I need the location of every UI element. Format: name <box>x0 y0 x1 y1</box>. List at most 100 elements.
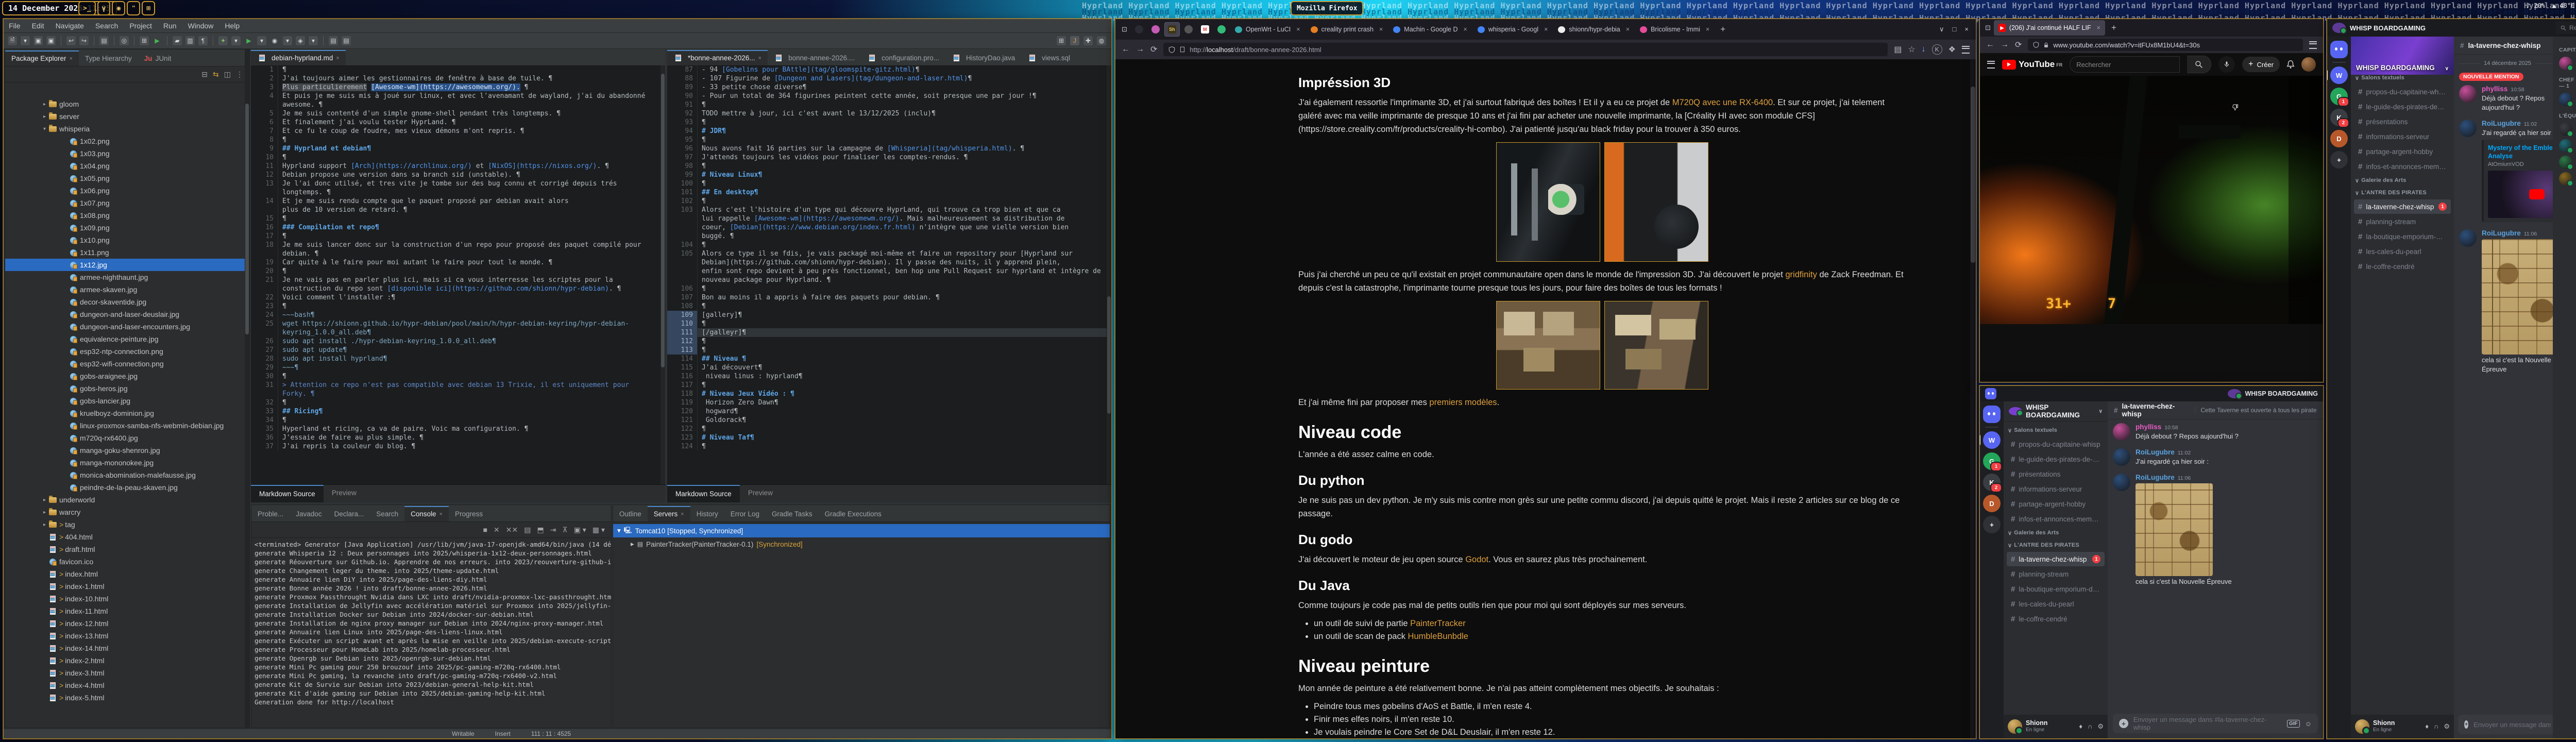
tree-item-1x04.png[interactable]: 1x04.png <box>5 160 249 172</box>
user-avatar[interactable] <box>2008 719 2022 734</box>
editor-line[interactable]: 14Et je me suis rendu compte que le paqu… <box>251 197 665 206</box>
editor-line[interactable]: 121 Goldorack¶ <box>667 416 1111 425</box>
reload-icon[interactable]: ⟳ <box>2015 40 2022 50</box>
profile-dropdown[interactable]: ▾ <box>309 36 318 45</box>
gamepad-launcher-icon[interactable]: ⊞ <box>142 1 155 15</box>
article-link[interactable]: gridfinity <box>1785 270 1817 279</box>
tree-item-underworld[interactable]: ▸underworld <box>5 494 249 506</box>
search-file-icon[interactable]: ▤ <box>342 36 351 45</box>
tree-item-favicon.ico[interactable]: favicon.ico <box>5 555 249 568</box>
article-image-ph-orange[interactable] <box>1604 142 1708 262</box>
gmail-pin[interactable]: M <box>1197 22 1213 37</box>
view-menu-icon[interactable]: ⋮ <box>236 70 243 79</box>
member-DiceFencer[interactable]: DiceFencer <box>2557 138 2576 154</box>
server-icon-G[interactable]: G1 <box>1983 452 2001 470</box>
reader-mode-icon[interactable]: ▤ <box>1894 44 1902 55</box>
extensions-icon[interactable]: ❖ <box>1948 44 1956 55</box>
member-Shionn[interactable]: Shionn <box>2557 171 2576 187</box>
channel-partage-argent-hobby[interactable]: #partage-argent-hobby <box>2354 144 2451 159</box>
editor-line[interactable]: 89- 33 petite chose diverse¶ <box>667 83 1111 92</box>
tree-item-index-4.html[interactable]: >index-4.html <box>5 679 249 692</box>
tab-console[interactable]: Console× <box>404 506 449 521</box>
tree-item-draft.html[interactable]: >draft.html <box>5 543 249 555</box>
remove-all-launches-icon[interactable]: ✕✕ <box>506 526 518 534</box>
perspective-open-icon[interactable]: ⊞ <box>1057 36 1066 45</box>
editor-line[interactable]: 1¶ <box>251 65 665 74</box>
editor-line[interactable]: 96Nous avons fait 16 parties sur la camp… <box>667 144 1111 153</box>
category-galerie-des-arts[interactable]: ∨Galerie des Arts <box>2351 174 2454 187</box>
tab-preview-2[interactable]: Preview <box>740 485 781 502</box>
channel-planning-stream[interactable]: #planning-stream <box>2007 567 2105 581</box>
message-author[interactable]: RoiLugubre11:02 <box>2136 448 2209 456</box>
article-image-ph-printer[interactable] <box>1496 142 1600 262</box>
explorer-scrollbar[interactable] <box>245 49 249 728</box>
redo-icon[interactable]: ↪ <box>79 36 89 45</box>
article-link[interactable]: PainterTracker <box>1410 619 1466 628</box>
member-Blackwater[interactable]: Blackwater <box>2557 121 2576 138</box>
editor-line[interactable]: 28sudo apt install hyprland¶ <box>251 355 665 363</box>
tree-item-index.html[interactable]: >index.html <box>5 568 249 580</box>
editor-line[interactable]: 124¶ <box>667 442 1111 451</box>
message-avatar[interactable] <box>2113 423 2130 441</box>
tab-HistoryDao-java[interactable]: HistoryDao.java <box>945 51 1021 65</box>
tree-item-esp32-ntp-connection.png[interactable]: esp32-ntp-connection.png <box>5 345 249 358</box>
tree-item-manga-mononokee.jpg[interactable]: manga-mononokee.jpg <box>5 457 249 469</box>
editor-line[interactable]: 25wget https://shionn.github.io/hypr-deb… <box>251 319 665 328</box>
firefox-launcher-icon[interactable]: ◉ <box>112 1 125 15</box>
tree-item-1x08.png[interactable]: 1x08.png <box>5 209 249 222</box>
editor-line[interactable]: 115J'ai découvert¶ <box>667 363 1111 372</box>
reload-icon[interactable]: ⟳ <box>1150 44 1157 55</box>
pin-console-icon[interactable]: ⊼ <box>562 526 567 534</box>
channel-le-coffre-cendré[interactable]: #le-coffre-cendré <box>2354 259 2451 274</box>
tab-declara[interactable]: Declara... <box>328 507 370 521</box>
editor-line[interactable]: 7Et ce fu le coup de foudre, mes vieux d… <box>251 127 665 136</box>
channel-propos-du-capitaine-whisp[interactable]: #propos-du-capitaine-whisp <box>2354 85 2451 99</box>
editor-line[interactable]: 2J'ai toujours aimer les gestionnaires d… <box>251 74 665 83</box>
server-icon-K[interactable]: K2 <box>1983 474 2001 491</box>
editor-line[interactable]: 94# JDR¶ <box>667 127 1111 136</box>
editor-line[interactable]: 112¶ <box>667 337 1111 346</box>
editor-line[interactable]: 108¶ <box>667 302 1111 311</box>
editor-line[interactable]: longtemps. ¶ <box>251 188 665 197</box>
tree-item-index-14.html[interactable]: >index-14.html <box>5 642 249 654</box>
channel-le-guide-des-pirates-de-whisp[interactable]: #le-guide-des-pirates-de-whisp <box>2354 99 2451 114</box>
new-tab-icon[interactable]: + <box>1715 24 1731 35</box>
article-link[interactable]: Godot <box>1465 555 1488 564</box>
tab-bricolisme-immi[interactable]: Bricolisme - Immi× <box>1635 22 1714 37</box>
headphones-icon[interactable]: ∩ <box>2088 722 2092 731</box>
notifications-bell-icon[interactable] <box>2286 60 2295 69</box>
tree-item-equivalence-peinture.jpg[interactable]: equivalence-peinture.jpg <box>5 333 249 345</box>
headphones-icon[interactable]: ∩ <box>2434 722 2438 731</box>
tree-item-server[interactable]: ▸server <box>5 110 249 123</box>
discord-home-icon[interactable] <box>1983 406 2001 423</box>
editor-line[interactable]: 8¶ <box>251 136 665 144</box>
editor-line[interactable]: 35Hyperland et ricing, ca va de paire. V… <box>251 425 665 433</box>
server-icon-D[interactable]: D <box>1983 495 2001 512</box>
discord-home-icon[interactable] <box>2330 41 2348 58</box>
display-console-icon[interactable]: ▣ ▾ <box>574 526 586 534</box>
forward-icon[interactable]: → <box>2001 40 2009 49</box>
menu-edit[interactable]: Edit <box>32 22 44 30</box>
tab-gradle-executions[interactable]: Gradle Executions <box>819 507 888 521</box>
editor-line[interactable]: 26sudo apt install ./hypr-debian-keyring… <box>251 337 665 346</box>
editor-line[interactable]: 5Je me suis contenté d'un simple gnome-s… <box>251 109 665 118</box>
tree-item-warcry[interactable]: ▸warcry <box>5 506 249 518</box>
tree-item-peindre-de-la-peau-skaven.jpg[interactable]: peindre-de-la-peau-skaven.jpg <box>5 481 249 494</box>
mute-mic-icon[interactable]: ♦ <box>2079 722 2082 731</box>
article-image-ph-shop2[interactable] <box>1604 301 1708 390</box>
user-avatar[interactable] <box>2355 719 2369 734</box>
message-author[interactable]: RoiLugubre11:06 <box>2482 229 2556 237</box>
editor-line[interactable]: 11Hyprland support [Arch](https://archli… <box>251 162 665 171</box>
remove-launch-icon[interactable]: ✕ <box>494 526 500 534</box>
run-icon[interactable]: ▶ <box>244 36 253 45</box>
editor-line[interactable]: 6Et finalement j'ai voulu tester HyprLan… <box>251 118 665 127</box>
category-salons-textuels[interactable]: ∨Salons textuels <box>2351 72 2454 84</box>
editor-line[interactable]: construction du repo sont [disponible ic… <box>251 284 665 293</box>
channel-infos-et-annonces-membres[interactable]: #infos-et-annonces-membres <box>2007 512 2105 526</box>
tree-item-1x10.png[interactable]: 1x10.png <box>5 234 249 246</box>
article-link[interactable]: HumbleBunbdle <box>1408 632 1468 641</box>
save-all-icon[interactable]: ▣ <box>46 36 56 45</box>
run-last-icon[interactable]: ▶ <box>152 36 162 45</box>
editor-line[interactable]: plus de 10 version de retard. ¶ <box>251 206 665 214</box>
editor-line[interactable]: 20¶ <box>251 267 665 276</box>
